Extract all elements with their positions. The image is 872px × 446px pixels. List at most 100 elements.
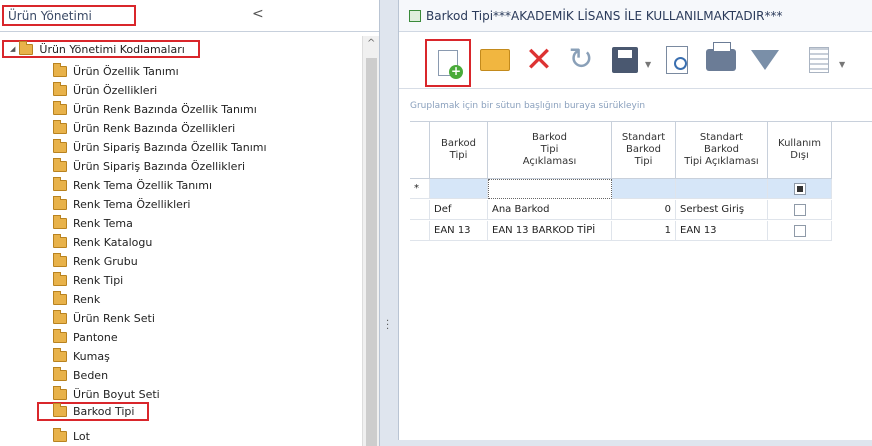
folder-icon [53,310,67,324]
expand-arrow-icon[interactable]: ◢ [10,45,15,53]
delete-x-icon: ✕ [524,40,554,80]
print-preview-button[interactable] [655,39,699,81]
column-header-barkod-tipi[interactable]: Barkod Tipi [430,122,488,179]
tree-item[interactable]: Ürün Renk Bazında Özellik Tanımı [53,100,257,119]
tree-item[interactable]: Ürün Özellikleri [53,81,157,100]
tree-item[interactable]: Renk Tipi [53,271,123,290]
tree-item[interactable]: Ürün Özellik Tanımı [53,62,179,81]
print-preview-icon [666,46,688,74]
tree-item[interactable]: Kumaş [53,347,110,366]
tree-item-label: Renk [73,293,101,306]
folder-icon [53,82,67,96]
window-title-bar: Barkod Tipi***AKADEMİK LİSANS İLE KULLAN… [399,0,872,32]
delete-button[interactable]: ✕ [517,39,561,81]
table-cell[interactable]: Def [430,200,488,220]
folder-icon [53,291,67,305]
open-button[interactable] [473,39,517,81]
new-row-cell[interactable] [676,179,768,199]
panel-splitter[interactable]: · · · [380,0,398,446]
new-row-cell[interactable] [612,179,676,199]
tree-item[interactable]: Ürün Renk Seti [53,309,155,328]
scroll-up-icon[interactable]: ^ [367,38,375,49]
tree-root-node[interactable]: ◢ Ürün Yönetimi Kodlamaları [2,40,200,58]
column-header-standart-barkod-tipi-aciklamasi[interactable]: Standart Barkod Tipi Açıklaması [676,122,768,179]
column-header-barkod-tipi-aciklamasi[interactable]: Barkod Tipi Açıklaması [488,122,612,179]
tree-item[interactable]: Renk Grubu [53,252,138,271]
tree-item-label: Renk Katalogu [73,236,153,249]
tree-item-label: Lot [73,430,90,443]
tree-item[interactable]: Renk Tema Özellik Tanımı [53,176,212,195]
folder-icon [53,139,67,153]
tree-item-label: Pantone [73,331,118,344]
new-row-cell[interactable] [430,179,488,199]
tree-item[interactable]: Ürün Sipariş Bazında Özellik Tanımı [53,138,267,157]
navigation-tree: ◢ Ürün Yönetimi Kodlamaları Ürün Özellik… [0,36,362,446]
tree-item[interactable]: Renk Tema [53,214,133,233]
table-cell-checkbox[interactable] [768,221,832,241]
refresh-icon: ↻ [568,42,594,77]
refresh-button[interactable]: ↻ [559,39,603,81]
folder-icon [53,428,67,442]
tree-item-label: Ürün Özellikleri [73,84,158,97]
new-row-checkbox-cell[interactable] [768,179,832,199]
tree-item[interactable]: Renk [53,290,100,309]
table-cell[interactable]: Serbest Giriş [676,200,768,220]
folder-icon [53,234,67,248]
columns-icon [809,47,829,73]
folder-icon [53,386,67,400]
save-dropdown-icon[interactable]: ▼ [645,60,651,69]
row-indicator-header [410,122,430,179]
collapse-panel-button[interactable]: < [252,6,264,22]
window-icon [409,9,421,22]
tree-item[interactable]: Renk Tema Özellikleri [53,195,190,214]
filter-button[interactable] [743,39,787,81]
tree-item-label: Renk Tema Özellikleri [73,198,191,211]
table-cell[interactable]: EAN 13 [430,221,488,241]
print-button[interactable] [699,39,743,81]
tree-scrollbar[interactable]: ^ [362,36,379,446]
table-cell[interactable]: EAN 13 [676,221,768,241]
tree-item[interactable]: Beden [53,366,108,385]
tree-item-label: Ürün Sipariş Bazında Özellik Tanımı [73,141,267,154]
tree-item-label: Ürün Özellik Tanımı [73,65,179,78]
toolbar: + ✕ ↻ ▼ ▼ [399,33,872,89]
tree-item-label: Renk Tema Özellik Tanımı [73,179,212,192]
save-button[interactable] [603,39,647,81]
window-bottom-border [398,440,872,446]
column-header-standart-barkod-tipi[interactable]: Standart Barkod Tipi [612,122,676,179]
columns-dropdown-icon[interactable]: ▼ [839,60,845,69]
save-icon [612,47,638,73]
tree-item[interactable]: Ürün Sipariş Bazında Özellikleri [53,157,245,176]
tree-item-label: Renk Grubu [73,255,138,268]
checkbox[interactable] [793,224,806,237]
tree-item-barkod-tipi[interactable]: Barkod Tipi [37,402,149,421]
row-indicator [410,200,430,220]
columns-button[interactable] [797,39,841,81]
tree-item[interactable]: Pantone [53,328,118,347]
new-record-button[interactable]: + [425,39,471,87]
new-row-cell[interactable] [488,179,612,199]
table-cell[interactable]: 0 [612,200,676,220]
tree-item[interactable]: Renk Katalogu [53,233,152,252]
tree-item[interactable]: Ürün Renk Bazında Özellikleri [53,119,235,138]
checkbox[interactable] [793,182,806,195]
filter-icon [751,50,779,70]
column-header-kullanim-disi[interactable]: Kullanım Dışı [768,122,832,179]
tree-item-label: Barkod Tipi [73,405,135,418]
table-cell-checkbox[interactable] [768,200,832,220]
tree-item-label: Renk Tipi [73,274,124,287]
tree-item[interactable]: Lot [53,427,90,446]
scrollbar-thumb[interactable] [366,58,377,446]
tree-item-label: Ürün Renk Seti [73,312,155,325]
table-cell[interactable]: 1 [612,221,676,241]
new-document-icon: + [438,50,463,79]
checkbox[interactable] [793,203,806,216]
table-cell[interactable]: EAN 13 BARKOD TİPİ [488,221,612,241]
table-cell[interactable]: Ana Barkod [488,200,612,220]
group-by-hint[interactable]: Gruplamak için bir sütun başlığını buray… [410,101,645,111]
barcode-type-grid: Barkod Tipi Barkod Tipi Açıklaması Stand… [410,121,872,241]
tree-item-label: Ürün Sipariş Bazında Özellikleri [73,160,246,173]
folder-icon [53,63,67,77]
folder-icon [53,196,67,210]
folder-icon [53,253,67,267]
